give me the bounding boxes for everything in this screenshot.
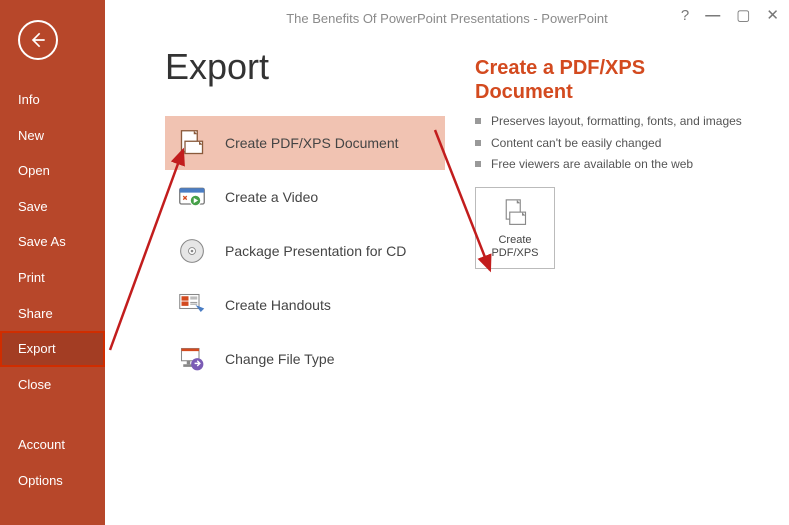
titlebar: The Benefits Of PowerPoint Presentations… <box>105 0 789 36</box>
option-label: Package Presentation for CD <box>225 243 406 259</box>
backstage-sidebar: Info New Open Save Save As Print Share E… <box>0 0 105 525</box>
restore-icon[interactable]: ▢ <box>736 8 750 23</box>
app-window: Info New Open Save Save As Print Share E… <box>0 0 789 525</box>
nav-info[interactable]: Info <box>0 82 105 118</box>
nav-options[interactable]: Options <box>0 463 105 499</box>
create-pdf-xps-button[interactable]: Create PDF/XPS <box>475 187 555 269</box>
video-icon <box>177 182 207 212</box>
nav-print[interactable]: Print <box>0 260 105 296</box>
nav-account[interactable]: Account <box>0 427 105 463</box>
option-package-cd[interactable]: Package Presentation for CD <box>165 224 445 278</box>
nav-new[interactable]: New <box>0 118 105 154</box>
option-create-video[interactable]: Create a Video <box>165 170 445 224</box>
option-create-handouts[interactable]: Create Handouts <box>165 278 445 332</box>
option-create-pdf-xps[interactable]: Create PDF/XPS Document <box>165 116 445 170</box>
back-button[interactable] <box>18 20 58 60</box>
main-area: The Benefits Of PowerPoint Presentations… <box>105 0 789 525</box>
nav-export[interactable]: Export <box>0 331 105 367</box>
detail-bullet: Content can't be easily changed <box>475 136 745 152</box>
pdf-button-icon <box>501 198 529 228</box>
handouts-icon <box>177 290 207 320</box>
nav-spacer <box>0 402 105 427</box>
create-btn-label: Create PDF/XPS <box>491 234 538 259</box>
option-change-file-type[interactable]: Change File Type <box>165 332 445 386</box>
detail-panel: Create a PDF/XPS Document Preserves layo… <box>475 46 745 386</box>
page-title: Export <box>165 46 445 88</box>
detail-title: Create a PDF/XPS Document <box>475 56 745 104</box>
nav-open[interactable]: Open <box>0 153 105 189</box>
detail-bullet: Preserves layout, formatting, fonts, and… <box>475 114 745 130</box>
content: Export Create PDF/XPS Document Create a … <box>105 36 789 386</box>
export-options: Create PDF/XPS Document Create a Video P… <box>165 116 445 386</box>
nav-share[interactable]: Share <box>0 296 105 332</box>
nav-close[interactable]: Close <box>0 367 105 403</box>
option-label: Change File Type <box>225 351 334 367</box>
option-label: Create PDF/XPS Document <box>225 135 399 151</box>
detail-bullet-list: Preserves layout, formatting, fonts, and… <box>475 114 745 173</box>
option-label: Create a Video <box>225 189 318 205</box>
pdf-document-icon <box>177 128 207 158</box>
window-title: The Benefits Of PowerPoint Presentations… <box>286 11 608 26</box>
back-arrow-icon <box>28 30 48 50</box>
nav-save[interactable]: Save <box>0 189 105 225</box>
detail-bullet: Free viewers are available on the web <box>475 157 745 173</box>
window-controls: ? — ▢ ✕ <box>681 8 779 23</box>
cd-icon <box>177 236 207 266</box>
minimize-icon[interactable]: — <box>705 8 720 23</box>
nav-save-as[interactable]: Save As <box>0 224 105 260</box>
options-column: Export Create PDF/XPS Document Create a … <box>165 46 445 386</box>
file-type-icon <box>177 344 207 374</box>
help-icon[interactable]: ? <box>681 8 689 23</box>
close-icon[interactable]: ✕ <box>766 8 779 23</box>
option-label: Create Handouts <box>225 297 331 313</box>
